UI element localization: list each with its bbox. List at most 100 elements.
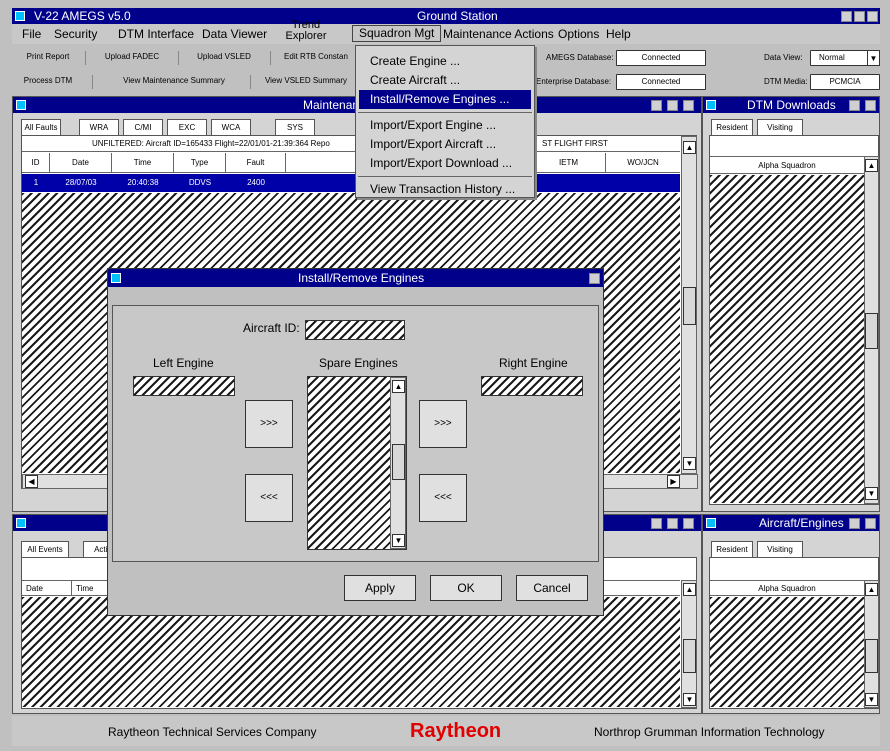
scroll-thumb[interactable] (683, 639, 696, 673)
process-dtm-button[interactable]: Process DTM (16, 72, 80, 90)
dtm-media-label: DTM Media: (764, 77, 808, 86)
menu-dtm-interface[interactable]: DTM Interface (112, 26, 200, 42)
tab-all-events[interactable]: All Events (21, 541, 69, 558)
scroll-right-icon[interactable]: ▶ (667, 475, 680, 488)
toolbar-separator (178, 51, 179, 65)
menu-maintenance-actions[interactable]: Maintenance Actions (437, 26, 560, 42)
menu-item-create-engine[interactable]: Create Engine ... (356, 52, 534, 71)
scroll-left-icon[interactable]: ◀ (25, 475, 38, 488)
data-view-select[interactable]: Normal ▼ (810, 50, 880, 66)
aircraft-vscrollbar[interactable]: ▲ ▼ (864, 580, 879, 708)
menu-help[interactable]: Help (600, 26, 637, 42)
menu-item-import-export-engine[interactable]: Import/Export Engine ... (356, 116, 534, 135)
minimize-icon[interactable] (849, 100, 860, 111)
scroll-thumb[interactable] (683, 287, 696, 325)
menu-squadron-mgt[interactable]: Squadron Mgt (352, 25, 442, 42)
chevron-down-icon[interactable]: ▼ (867, 50, 880, 66)
col-time[interactable]: Time (112, 153, 174, 172)
col-type[interactable]: Type (174, 153, 226, 172)
close-icon[interactable] (867, 11, 878, 22)
scroll-down-icon[interactable]: ▼ (865, 693, 878, 706)
dtm-vscrollbar[interactable]: ▲ ▼ (864, 156, 879, 504)
close-icon[interactable] (683, 518, 694, 529)
scroll-up-icon[interactable]: ▲ (865, 583, 878, 596)
scroll-up-icon[interactable]: ▲ (683, 583, 696, 596)
print-report-button[interactable]: Print Report (16, 48, 80, 66)
scroll-up-icon[interactable]: ▲ (865, 159, 878, 172)
cancel-button[interactable]: Cancel (516, 575, 588, 601)
menu-file[interactable]: File (16, 26, 47, 42)
spare-vscrollbar[interactable]: ▲ ▼ (390, 377, 406, 549)
tab-visiting[interactable]: Visiting (757, 119, 803, 136)
col-date[interactable]: Date (22, 581, 72, 595)
tab-exc[interactable]: EXC (167, 119, 207, 136)
spare-engines-list[interactable]: ▲ ▼ (307, 376, 407, 550)
col-id[interactable]: ID (22, 153, 50, 172)
menu-item-import-export-aircraft[interactable]: Import/Export Aircraft ... (356, 135, 534, 154)
tab-sys[interactable]: SYS (275, 119, 315, 136)
tab-wra[interactable]: WRA (79, 119, 119, 136)
menu-trend-explorer[interactable]: Trend Explorer (282, 20, 330, 42)
scroll-up-icon[interactable]: ▲ (392, 380, 405, 393)
dialog-content: Aircraft ID: Left Engine Spare Engines R… (112, 305, 599, 562)
menu-security[interactable]: Security (48, 26, 103, 42)
enterprise-db-label: Enterprise Database: (536, 77, 612, 86)
tab-resident[interactable]: Resident (711, 541, 753, 558)
tab-resident[interactable]: Resident (711, 119, 753, 136)
right-engine-field[interactable] (481, 376, 583, 396)
scroll-down-icon[interactable]: ▼ (865, 487, 878, 500)
col-ietm[interactable]: IETM (532, 153, 606, 172)
minimize-icon[interactable] (651, 100, 662, 111)
upload-vsled-button[interactable]: Upload VSLED (186, 48, 262, 66)
close-icon[interactable] (589, 273, 600, 284)
col-date[interactable]: Date (50, 153, 112, 172)
left-engine-field[interactable] (133, 376, 235, 396)
tab-cmi[interactable]: C/MI (123, 119, 163, 136)
menu-item-create-aircraft[interactable]: Create Aircraft ... (356, 71, 534, 90)
enterprise-db-status: Connected (616, 74, 706, 90)
scroll-thumb[interactable] (865, 639, 878, 673)
col-fault[interactable]: Fault (226, 153, 286, 172)
scroll-up-icon[interactable]: ▲ (683, 141, 696, 154)
minimize-icon[interactable] (651, 518, 662, 529)
dtm-media-field[interactable]: PCMCIA (810, 74, 880, 90)
scroll-down-icon[interactable]: ▼ (683, 457, 696, 470)
table-vscrollbar[interactable]: ▲ ▼ (681, 136, 697, 474)
maximize-icon[interactable] (667, 100, 678, 111)
maximize-icon[interactable] (865, 518, 876, 529)
menu-item-install-remove-engines[interactable]: Install/Remove Engines ... (359, 90, 531, 109)
menu-item-import-export-download[interactable]: Import/Export Download ... (356, 154, 534, 173)
edit-rtb-constants-button[interactable]: Edit RTB Constan (278, 48, 354, 66)
menu-data-viewer[interactable]: Data Viewer (196, 26, 273, 42)
menu-options[interactable]: Options (552, 26, 605, 42)
apply-button[interactable]: Apply (344, 575, 416, 601)
maximize-icon[interactable] (667, 518, 678, 529)
install-left-button[interactable]: <<< (245, 474, 293, 522)
table-row[interactable]: 1 28/07/03 20:40:38 DDVS 2400 (22, 174, 680, 192)
tab-visiting[interactable]: Visiting (757, 541, 803, 558)
move-from-right-button[interactable]: <<< (419, 474, 467, 522)
maximize-icon[interactable] (854, 11, 865, 22)
maximize-icon[interactable] (865, 100, 876, 111)
scroll-thumb[interactable] (865, 313, 878, 349)
install-right-button[interactable]: >>> (419, 400, 467, 448)
ok-button[interactable]: OK (430, 575, 502, 601)
upload-fadec-button[interactable]: Upload FADEC (92, 48, 172, 66)
move-to-spare-button[interactable]: >>> (245, 400, 293, 448)
view-vsled-summary-button[interactable]: View VSLED Summary (257, 72, 355, 90)
tab-wca[interactable]: WCA (211, 119, 251, 136)
view-maintenance-summary-button[interactable]: View Maintenance Summary (104, 72, 244, 90)
scroll-down-icon[interactable]: ▼ (392, 534, 405, 547)
scroll-thumb[interactable] (392, 444, 405, 480)
aircraft-id-field[interactable] (305, 320, 405, 340)
tab-all-faults[interactable]: All Faults (21, 119, 61, 136)
close-icon[interactable] (683, 100, 694, 111)
events-vscrollbar[interactable]: ▲ ▼ (681, 580, 697, 708)
scroll-down-icon[interactable]: ▼ (683, 693, 696, 706)
col-wojcn[interactable]: WO/JCN (606, 153, 680, 172)
menu-item-view-transaction-history[interactable]: View Transaction History ... (356, 180, 534, 199)
minimize-icon[interactable] (841, 11, 852, 22)
minimize-icon[interactable] (849, 518, 860, 529)
dtm-downloads-panel: DTM Downloads Resident Visiting Alpha Sq… (702, 96, 880, 512)
footer: Raytheon Technical Services Company Rayt… (12, 716, 880, 746)
